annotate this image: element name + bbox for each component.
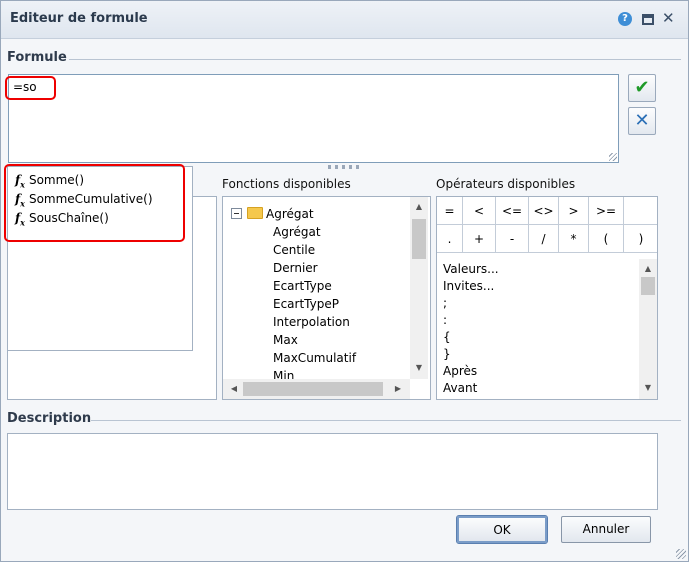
operator-list-item[interactable]: Avant (443, 380, 477, 397)
operator-button[interactable]: > (559, 197, 589, 225)
operator-button[interactable]: <= (496, 197, 529, 225)
scroll-down-icon[interactable]: ▼ (640, 380, 656, 396)
help-icon[interactable]: ? (618, 12, 632, 26)
formula-section-label: Formule (7, 50, 67, 65)
collapse-icon[interactable] (231, 208, 242, 219)
scroll-thumb[interactable] (412, 219, 426, 259)
operator-button[interactable]: . (437, 225, 463, 253)
scroll-right-icon[interactable]: ▶ (390, 381, 406, 397)
functions-horizontal-scrollbar[interactable]: ◀ ▶ (223, 379, 410, 399)
checkmark-icon: ✔ (634, 77, 650, 98)
operator-button[interactable]: * (559, 225, 589, 253)
scroll-thumb[interactable] (641, 277, 655, 295)
operator-list-item[interactable]: { (443, 329, 451, 346)
scroll-up-icon[interactable]: ▲ (640, 261, 656, 277)
scroll-left-icon[interactable]: ◀ (226, 381, 242, 397)
operator-button[interactable]: < (463, 197, 496, 225)
operators-panel: = < <= <> > >= . + - / * ( ) Valeurs... … (436, 196, 658, 400)
close-icon[interactable]: ✕ (662, 11, 676, 26)
operator-button[interactable]: <> (529, 197, 559, 225)
formula-resize-grip[interactable] (609, 153, 617, 161)
function-item[interactable]: Centile (273, 241, 315, 259)
function-item[interactable]: Dernier (273, 259, 318, 277)
operator-list-item[interactable]: : (443, 312, 447, 329)
functions-panel: Agrégat Agrégat Centile Dernier EcartTyp… (222, 196, 431, 400)
operator-button[interactable]: / (529, 225, 559, 253)
scroll-thumb[interactable] (243, 382, 383, 396)
operator-button[interactable]: = (437, 197, 463, 225)
operator-button[interactable]: + (463, 225, 496, 253)
title-bar: Editeur de formule ? ✕ (1, 1, 688, 39)
function-item[interactable]: EcartType (273, 277, 332, 295)
folder-icon (247, 207, 263, 219)
scroll-up-icon[interactable]: ▲ (411, 199, 427, 215)
tree-node-aggregate[interactable]: Agrégat (231, 205, 314, 223)
function-item[interactable]: MaxCumulatif (273, 349, 356, 367)
functions-vertical-scrollbar[interactable]: ▲ ▼ (410, 197, 428, 379)
formula-text-highlight (5, 76, 56, 100)
operator-button-empty (624, 197, 657, 225)
function-item[interactable]: Max (273, 331, 298, 349)
operator-list-item[interactable]: Invites... (443, 278, 494, 295)
dialog-title: Editeur de formule (10, 11, 148, 26)
maximize-icon[interactable] (642, 14, 654, 25)
function-item[interactable]: EcartTypeP (273, 295, 339, 313)
dialog-resize-grip[interactable] (676, 549, 686, 559)
operators-vertical-scrollbar[interactable]: ▲ ▼ (639, 259, 657, 399)
operators-label: Opérateurs disponibles (436, 177, 576, 191)
ok-button[interactable]: OK (456, 515, 548, 544)
operator-list-item[interactable]: Après (443, 363, 477, 380)
autocomplete-highlight (4, 164, 185, 242)
operator-button[interactable]: - (496, 225, 529, 253)
operator-button[interactable]: >= (589, 197, 624, 225)
description-box (7, 433, 658, 510)
formula-editor-dialog: Editeur de formule ? ✕ Formule =so ✔ ✕ f… (0, 0, 689, 562)
panel-splitter[interactable] (328, 165, 362, 169)
formula-divider (69, 59, 681, 60)
scroll-down-icon[interactable]: ▼ (411, 360, 427, 376)
validate-formula-button[interactable]: ✔ (628, 74, 656, 102)
functions-label: Fonctions disponibles (222, 177, 351, 191)
cancel-button[interactable]: Annuler (561, 516, 651, 543)
operator-button[interactable]: ( (589, 225, 624, 253)
operator-list-item[interactable]: } (443, 346, 451, 363)
function-item[interactable]: Agrégat (273, 223, 321, 241)
description-divider (91, 420, 681, 421)
cancel-x-icon: ✕ (634, 110, 650, 131)
operator-button[interactable]: ) (624, 225, 657, 253)
function-item[interactable]: Interpolation (273, 313, 350, 331)
clear-formula-button[interactable]: ✕ (628, 107, 656, 135)
formula-input[interactable]: =so (8, 74, 619, 163)
operator-list-item[interactable]: ; (443, 295, 447, 312)
operator-list-item[interactable]: Valeurs... (443, 261, 499, 278)
description-section-label: Description (7, 411, 92, 426)
